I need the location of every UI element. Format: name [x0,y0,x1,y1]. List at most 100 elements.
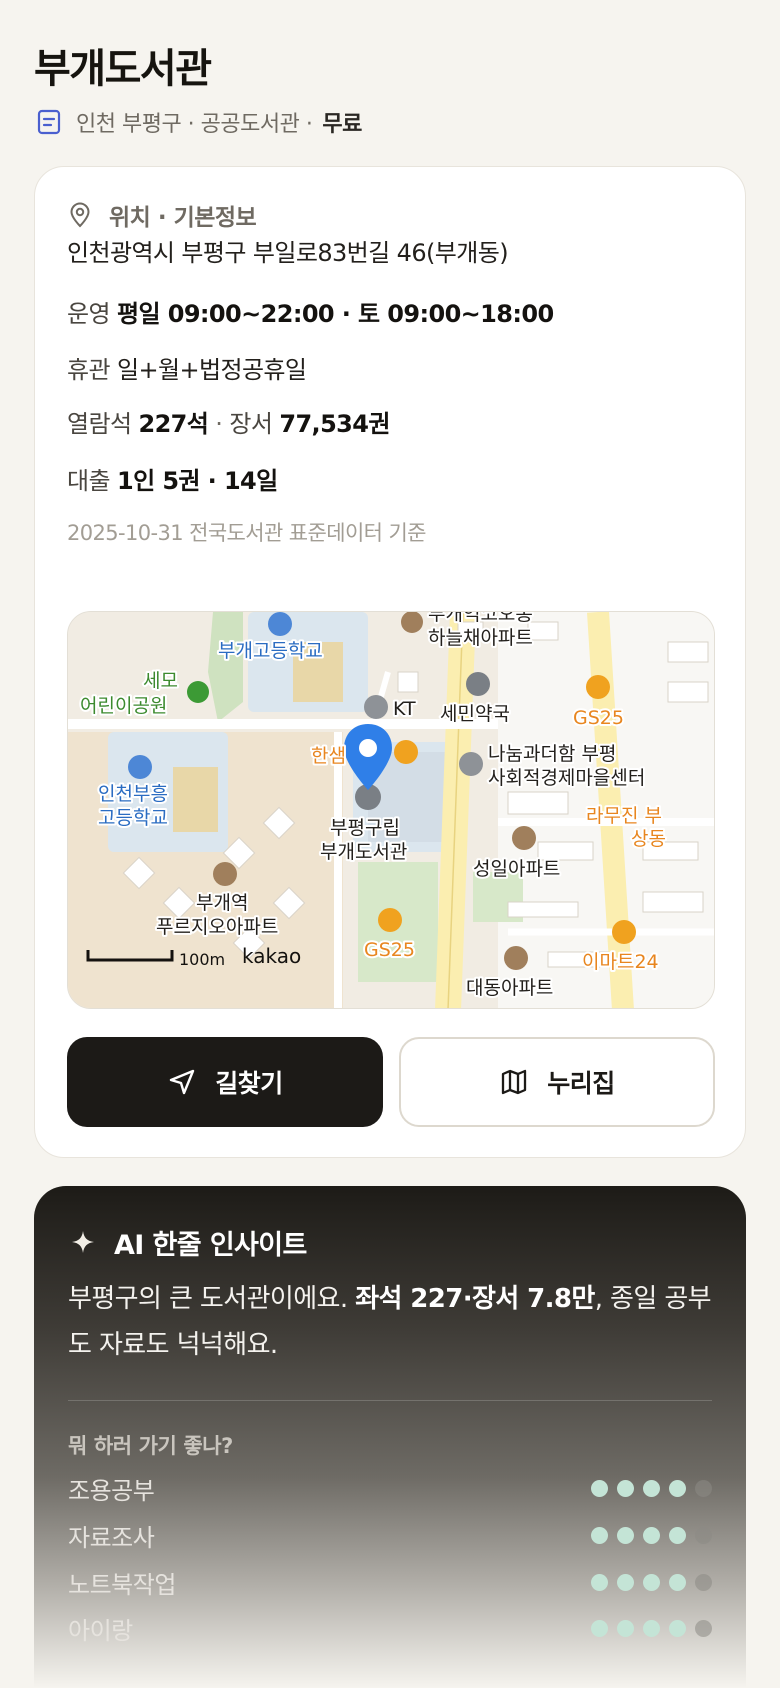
score-row: 아이랑 [68,1608,712,1648]
closed-days: 휴관 일+월+법정공휴일 [67,350,307,385]
score-dot-filled [617,1479,634,1497]
score-label: 노트북작업 [68,1570,176,1599]
score-dot-filled [617,1619,634,1637]
location-map[interactable]: 부개고등학교 세모 어린이공원 KT 세민약국 GS25 한샘 나눔과더함 부평… [67,611,715,1009]
score-dots [582,1619,712,1637]
loan-value: 1인 5권 · 14일 [117,467,278,495]
map-label-library-1: 부평구립 [330,817,400,839]
score-dots [582,1479,712,1497]
map-label-apt-top-2: 하늘채아파트 [428,627,533,649]
map-label-apt-sungil: 성일아파트 [473,858,560,880]
score-dot-filled [643,1526,660,1544]
map-label-emart24: 이마트24 [582,951,659,973]
score-dot-filled [643,1573,660,1591]
info-section-header: 위치 · 기본정보 [67,197,257,233]
capacity: 열람석 227석 · 장서 77,534권 [67,404,390,439]
map-label-school-2b: 고등학교 [98,807,168,829]
directions-button-label: 길찾기 [215,1069,283,1098]
loan-label: 대출 [67,467,111,495]
map-label-park-1: 세모 [143,670,178,692]
score-row: 조용공부 [68,1468,712,1508]
map-label-center-2: 사회적경제마을센터 [488,767,645,789]
map-label-hansam: 한샘 [311,745,346,767]
map-label-gs25-bottom: GS25 [364,939,415,961]
location-pin-icon [70,202,90,228]
loan-policy: 대출 1인 5권 · 14일 [67,461,278,496]
hours-value: 평일 09:00~22:00 · 토 09:00~18:00 [117,300,554,328]
map-label-apt-purgio-2: 푸르지오아파트 [156,916,278,938]
address: 인천광역시 부평구 부일로83번길 46(부개동) [67,239,509,267]
score-dot-empty [695,1573,712,1591]
score-dot-filled [669,1573,686,1591]
score-row: 자료조사 [68,1515,712,1555]
map-label-apt-purgio-1: 부개역 [196,892,248,914]
score-dot-empty [695,1479,712,1497]
homepage-button[interactable]: 누리집 [399,1037,715,1127]
score-dot-empty [695,1526,712,1544]
score-dot-filled [669,1479,686,1497]
score-dot-filled [643,1619,660,1637]
library-meta: 인천 부평구 · 공공도서관 · 무료 [36,104,362,140]
navigation-arrow-icon [170,1069,195,1095]
sparkle-icon [72,1231,94,1253]
ai-insight-header: AI 한줄 인사이트 [70,1222,307,1262]
map-label-center-1: 나눔과더함 부평 [488,743,616,765]
score-label: 아이랑 [68,1616,133,1645]
purpose-question: 뭐 하러 가기 좋나? [68,1434,233,1458]
score-dot-empty [695,1619,712,1637]
score-dot-filled [669,1526,686,1544]
ai-insight-card: AI 한줄 인사이트 부평구의 큰 도서관이에요. 좌석 227·장서 7.8만… [34,1186,746,1688]
ai-text-highlight: 좌석 227·장서 7.8만 [355,1284,595,1314]
score-label: 자료조사 [68,1523,155,1552]
ai-insight-text: 부평구의 큰 도서관이에요. 좌석 227·장서 7.8만, 종일 공부도 자료… [68,1276,718,1368]
map-label-library-2: 부개도서관 [320,841,407,863]
divider [68,1400,712,1401]
fee-badge: 무료 [322,112,362,137]
map-icon [502,1069,527,1095]
kakao-logo: kakao [242,944,301,968]
score-dot-filled [617,1573,634,1591]
separator: · [215,410,223,438]
score-label: 조용공부 [68,1476,155,1505]
map-scale: 100m [179,950,225,969]
directions-button[interactable]: 길찾기 [67,1037,383,1127]
books-label: 장서 [229,410,273,438]
score-dots [582,1526,712,1544]
document-icon [37,109,61,135]
map-label-lamujin-2: 상동 [631,828,666,850]
data-source: 2025-10-31 전국도서관 표준데이터 기준 [67,521,427,545]
map-canvas[interactable]: 부개고등학교 세모 어린이공원 KT 세민약국 GS25 한샘 나눔과더함 부평… [68,612,715,1009]
map-label-apt-bottom: 대동아파트 [466,977,553,999]
info-card: 위치 · 기본정보 인천광역시 부평구 부일로83번길 46(부개동) 운영 평… [34,166,746,1158]
map-label-pharmacy: 세민약국 [440,703,510,725]
score-dots [582,1573,712,1591]
page-title: 부개도서관 [34,46,212,92]
score-row: 노트북작업 [68,1562,712,1602]
score-dot-filled [643,1479,660,1497]
map-label-lamujin-1: 라무진 부 [586,805,662,827]
ai-insight-title: AI 한줄 인사이트 [114,1229,307,1261]
map-label-kt: KT [393,698,416,720]
books-value: 77,534권 [279,410,390,438]
seats-value: 227석 [138,410,209,438]
opening-hours: 운영 평일 09:00~22:00 · 토 09:00~18:00 [67,294,554,329]
score-dot-filled [617,1526,634,1544]
library-region-type: 인천 부평구 · 공공도서관 · [76,112,313,137]
score-dot-filled [591,1479,608,1497]
homepage-button-label: 누리집 [547,1069,615,1098]
map-label-school-1: 부개고등학교 [218,640,323,662]
map-label-school-2a: 인천부흥 [98,783,168,805]
score-dot-filled [591,1619,608,1637]
ai-text-part-1: 부평구의 큰 도서관이에요. [68,1284,356,1314]
closed-value: 일+월+법정공휴일 [117,356,307,384]
map-label-park-2: 어린이공원 [80,695,167,717]
score-dot-filled [669,1619,686,1637]
map-label-apt-top-1: 부개역코오롱 [428,612,533,625]
seats-label: 열람석 [67,410,132,438]
map-label-gs25-top: GS25 [573,707,624,729]
score-dot-filled [591,1526,608,1544]
score-dot-filled [591,1573,608,1591]
info-section-title: 위치 · 기본정보 [109,205,257,231]
hours-label: 운영 [67,300,111,328]
closed-label: 휴관 [67,356,111,384]
